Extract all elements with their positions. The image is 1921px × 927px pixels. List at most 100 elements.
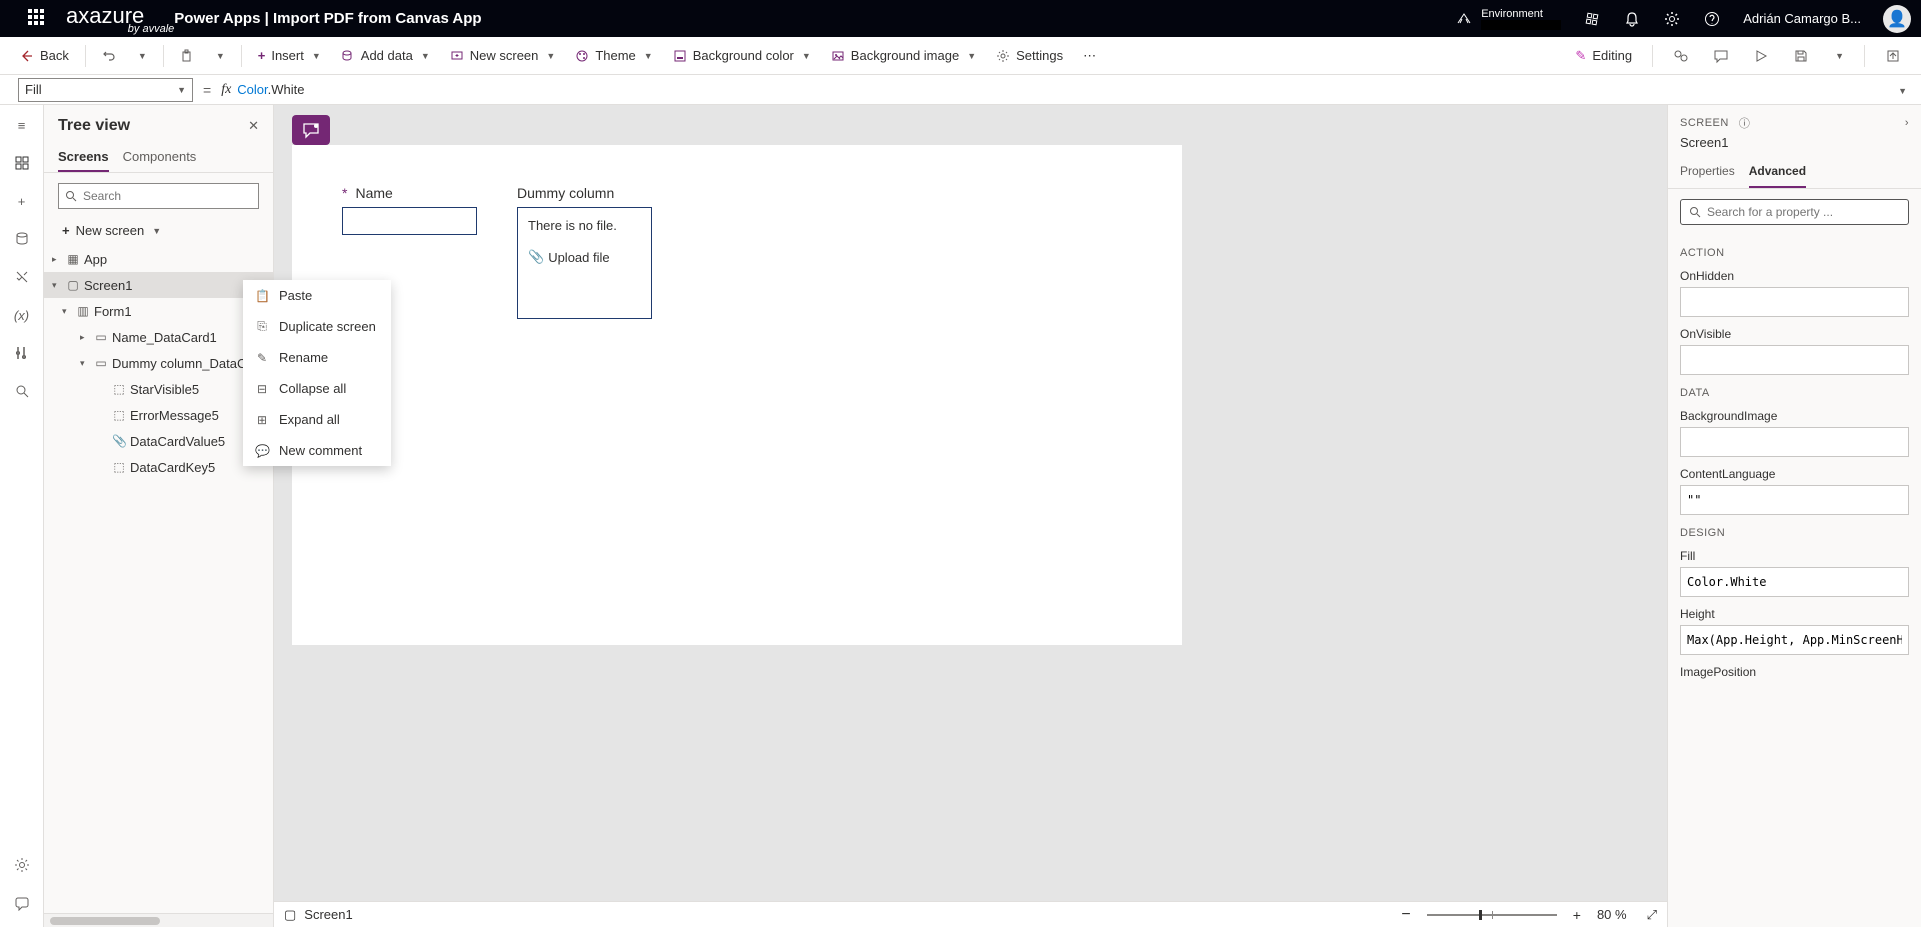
hamburger-icon[interactable]: ≡	[12, 115, 32, 135]
add-data-button[interactable]: Add data ▼	[333, 44, 438, 67]
tree-node-datacardvalue[interactable]: 📎 DataCardValue5	[44, 428, 273, 454]
close-tree-button[interactable]: ✕	[248, 118, 259, 134]
theme-button[interactable]: Theme ▼	[567, 44, 660, 67]
tree-new-screen-button[interactable]: + New screen ▼	[44, 219, 273, 246]
more-button[interactable]: ⋯	[1075, 44, 1104, 68]
publish-icon[interactable]	[1877, 44, 1909, 68]
bg-image-button[interactable]: Background image ▼	[823, 44, 984, 67]
save-icon[interactable]	[1785, 44, 1817, 68]
tab-properties[interactable]: Properties	[1680, 160, 1735, 188]
property-selector[interactable]: Fill ▼	[18, 78, 193, 102]
insert-button[interactable]: + Insert ▼	[250, 44, 329, 67]
settings-button[interactable]: Settings	[988, 44, 1071, 67]
ctx-expand[interactable]: ⊞ Expand all	[243, 404, 391, 435]
media-rail-icon[interactable]	[12, 267, 32, 287]
user-name[interactable]: Adrián Camargo B...	[1743, 11, 1861, 26]
tree-title: Tree view	[58, 117, 130, 135]
comments-icon[interactable]	[1705, 44, 1737, 68]
zoom-value: 80 %	[1597, 907, 1627, 922]
tree-node-name-datacard[interactable]: ▸ ▭ Name_DataCard1	[44, 324, 273, 350]
data-rail-icon[interactable]	[12, 229, 32, 249]
back-button[interactable]: Back	[12, 44, 77, 67]
attachment-icon: 📎	[112, 434, 126, 448]
settings-gear-icon[interactable]	[1663, 10, 1681, 28]
ctx-collapse[interactable]: ⊟ Collapse all	[243, 373, 391, 404]
upload-file-button[interactable]: 📎 Upload file	[528, 249, 641, 265]
formula-expand-button[interactable]: ▼	[1882, 82, 1921, 97]
fit-screen-button[interactable]: ⤢	[1647, 907, 1657, 923]
undo-dropdown[interactable]: ▼	[128, 47, 155, 65]
environment-selector[interactable]: Environment	[1455, 8, 1561, 30]
tree-search-input[interactable]	[83, 189, 252, 203]
copilot-icon[interactable]	[1583, 10, 1601, 28]
tree-node-starvisible[interactable]: ⬚ StarVisible5	[44, 376, 273, 402]
new-screen-label: New screen	[470, 48, 539, 63]
prop-onvisible-input[interactable]	[1680, 345, 1909, 375]
editing-button[interactable]: ✎ Editing	[1567, 44, 1640, 68]
tree-search[interactable]	[58, 183, 259, 209]
avatar[interactable]: 👤	[1883, 5, 1911, 33]
prop-height-input[interactable]	[1680, 625, 1909, 655]
virtual-agent-icon[interactable]	[1665, 44, 1697, 68]
tree-view-icon[interactable]	[12, 153, 32, 173]
prop-bgimage-input[interactable]	[1680, 427, 1909, 457]
variables-rail-icon[interactable]: (x)	[12, 305, 32, 325]
name-label: Name	[355, 185, 392, 201]
zoom-in-button[interactable]: +	[1573, 907, 1581, 923]
attachment-box[interactable]: There is no file. 📎 Upload file	[517, 207, 652, 319]
paste-dropdown[interactable]: ▼	[206, 47, 233, 65]
canvas-screen[interactable]: * Name Dummy column There is no file. 📎 …	[292, 145, 1182, 645]
ctx-paste[interactable]: 📋 Paste	[243, 280, 391, 311]
ctx-new-comment[interactable]: 💬 New comment	[243, 435, 391, 466]
preview-icon[interactable]	[1745, 44, 1777, 68]
search-icon	[65, 190, 77, 202]
tree-node-app[interactable]: ▸ ▦ App	[44, 246, 273, 272]
environment-icon	[1455, 10, 1473, 28]
zoom-slider[interactable]	[1427, 914, 1557, 916]
formula-input[interactable]: Color.White	[237, 82, 1882, 98]
save-dropdown[interactable]: ▼	[1825, 47, 1852, 65]
tree-node-screen1[interactable]: ▾ ▢ Screen1 ⋯	[44, 272, 273, 298]
tree-node-errormessage[interactable]: ⬚ ErrorMessage5	[44, 402, 273, 428]
tab-components[interactable]: Components	[123, 143, 197, 172]
expand-panel-button[interactable]: ›	[1905, 117, 1909, 129]
ctx-duplicate[interactable]: ⎘ Duplicate screen	[243, 311, 391, 342]
ctx-rename[interactable]: ✎ Rename	[243, 342, 391, 373]
label-icon: ⬚	[112, 382, 126, 396]
help-icon[interactable]	[1703, 10, 1721, 28]
comment-bubble-button[interactable]	[292, 115, 330, 145]
search-rail-icon[interactable]	[12, 381, 32, 401]
tree-node-datacardkey[interactable]: ⬚ DataCardKey5	[44, 454, 273, 480]
property-search[interactable]	[1680, 199, 1909, 225]
tree-node-dummy-datacard[interactable]: ▾ ▭ Dummy column_DataCard4	[44, 350, 273, 376]
screen-icon: ▢	[284, 907, 296, 923]
paste-button[interactable]	[172, 45, 202, 67]
formula-bar: Fill ▼ = fx Color.White ▼	[0, 75, 1921, 105]
add-data-label: Add data	[361, 48, 413, 63]
zoom-out-button[interactable]: −	[1401, 906, 1410, 924]
name-input[interactable]	[342, 207, 477, 235]
new-screen-button[interactable]: New screen ▼	[442, 44, 564, 67]
property-search-input[interactable]	[1707, 205, 1900, 219]
prop-fill-input[interactable]	[1680, 567, 1909, 597]
insert-rail-icon[interactable]: +	[12, 191, 32, 211]
prop-onhidden-input[interactable]	[1680, 287, 1909, 317]
paste-icon: 📋	[255, 289, 269, 303]
app-launcher-icon[interactable]	[28, 9, 48, 29]
ctx-rename-label: Rename	[279, 350, 328, 365]
settings-rail-icon[interactable]	[12, 855, 32, 875]
tab-screens[interactable]: Screens	[58, 143, 109, 172]
bg-color-button[interactable]: Background color ▼	[665, 44, 819, 67]
undo-button[interactable]	[94, 45, 124, 67]
tree-node-label: Name_DataCard1	[112, 330, 217, 345]
info-icon[interactable]: ⓘ	[1739, 115, 1751, 131]
tools-rail-icon[interactable]	[12, 343, 32, 363]
properties-panel: SCREEN ⓘ › Screen1 Properties Advanced A…	[1667, 105, 1921, 927]
tree-node-form1[interactable]: ▾ ▥ Form1	[44, 298, 273, 324]
prop-contentlang-input[interactable]	[1680, 485, 1909, 515]
upload-label: Upload file	[548, 250, 609, 265]
tab-advanced[interactable]: Advanced	[1749, 160, 1806, 188]
tree-scrollbar[interactable]	[44, 913, 273, 927]
notifications-icon[interactable]	[1623, 10, 1641, 28]
ask-rail-icon[interactable]	[12, 893, 32, 913]
